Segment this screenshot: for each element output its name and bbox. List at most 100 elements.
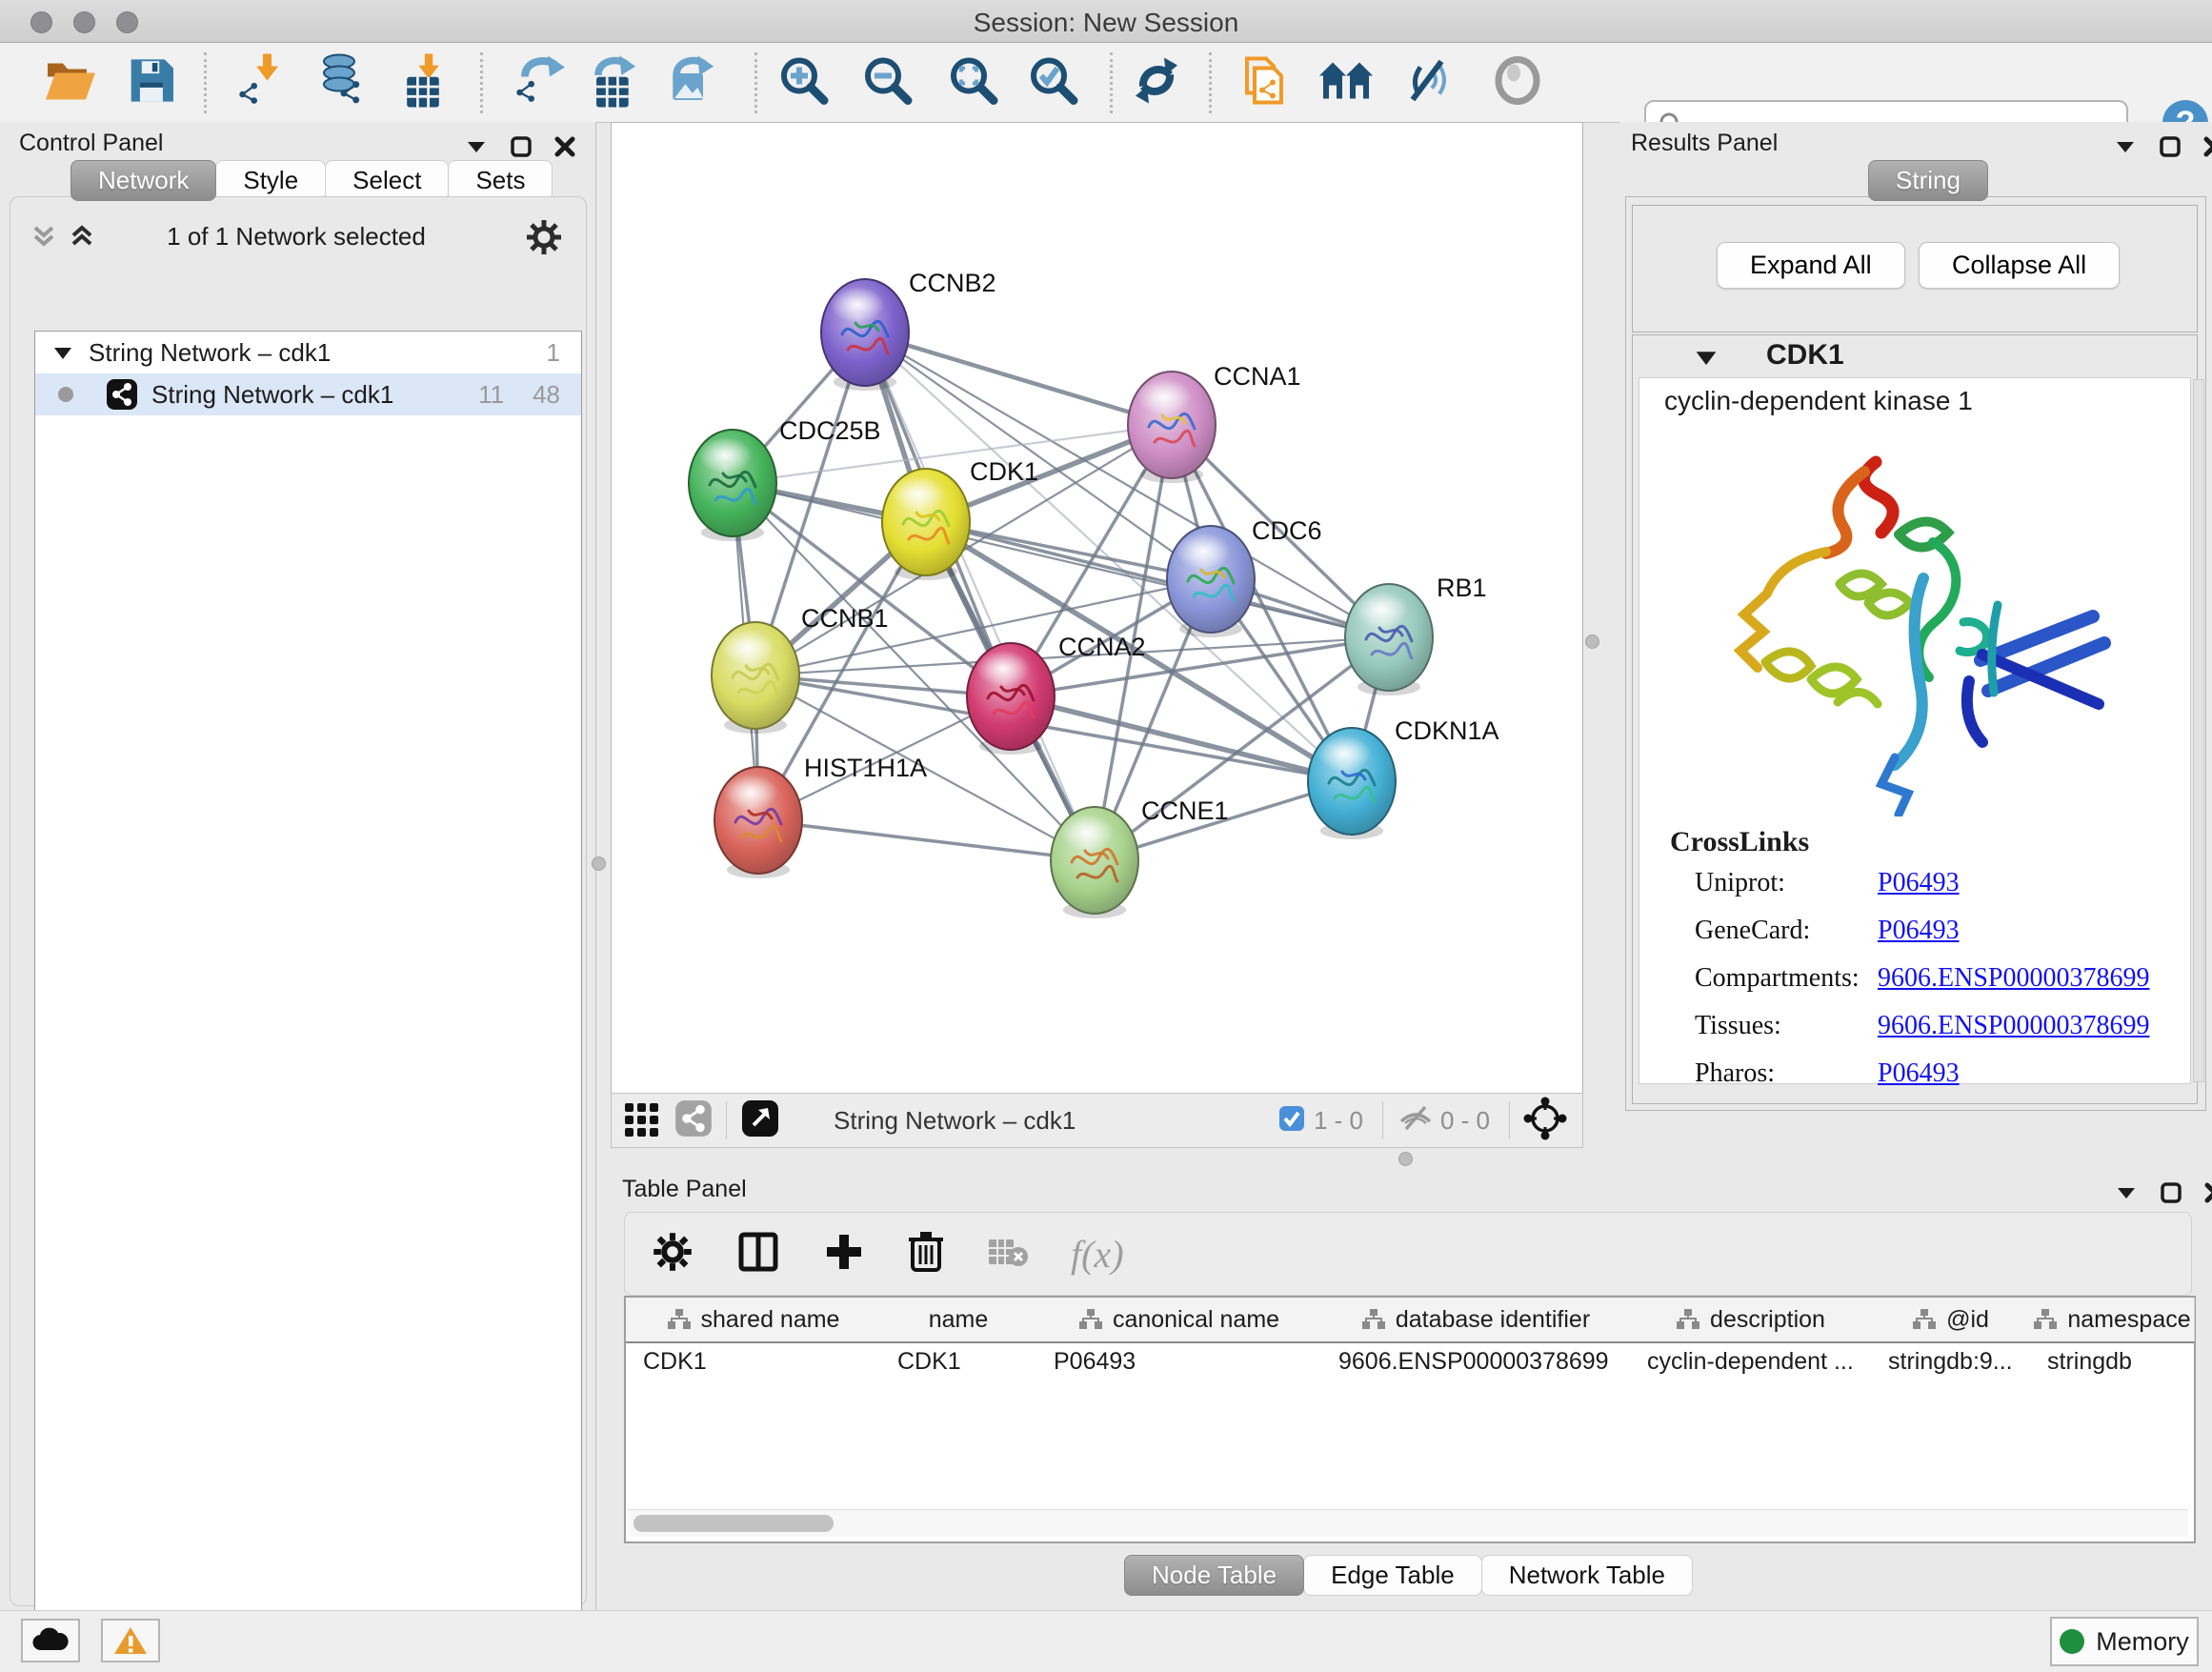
crosslink-row: GeneCard:P06493 <box>1695 916 2149 946</box>
results-panel-menu-icon[interactable] <box>2113 137 2138 156</box>
node-label-CDK1: CDK1 <box>970 457 1038 486</box>
home-button[interactable] <box>1317 56 1375 109</box>
collapse-all-button[interactable]: Collapse All <box>1919 242 2120 289</box>
tab-sets[interactable]: Sets <box>448 160 553 201</box>
table-horizontal-scrollbar[interactable] <box>628 1509 2188 1537</box>
hide-graphics-button[interactable] <box>1403 55 1457 110</box>
crosslink-link[interactable]: P06493 <box>1878 1058 1960 1089</box>
tab-edge-table[interactable]: Edge Table <box>1303 1555 1482 1596</box>
column-header-databaseidentifier[interactable]: database identifier <box>1321 1298 1631 1341</box>
table-panel-close-icon[interactable] <box>2203 1181 2212 1204</box>
column-header-id[interactable]: @id <box>1871 1298 2031 1341</box>
tab-node-table[interactable]: Node Table <box>1124 1555 1304 1596</box>
warning-status-button[interactable] <box>101 1619 160 1662</box>
column-header-sharedname[interactable]: shared name <box>626 1298 881 1341</box>
import-network-button[interactable] <box>234 53 284 111</box>
cell-namespace[interactable]: stringdb <box>2030 1341 2194 1380</box>
node-table[interactable]: shared namenamecanonical namedatabase id… <box>624 1296 2196 1543</box>
zoom-out-button[interactable] <box>862 54 914 111</box>
tab-select[interactable]: Select <box>325 160 449 201</box>
network-canvas[interactable]: CCNB2CCNA1CDC25BCDK1CDC6RB1CCNB1CCNA2CDK… <box>611 122 1583 1095</box>
network-label: String Network – cdk1 <box>151 380 478 410</box>
network-options-gear-icon[interactable] <box>525 218 563 261</box>
crosslink-link[interactable]: 9606.ENSP00000378699 <box>1878 963 2149 994</box>
table-tabs: Node TableEdge TableNetwork Table <box>1125 1555 1693 1596</box>
node-CDC25B[interactable] <box>689 430 776 541</box>
results-scrollbar[interactable] <box>2193 379 2204 1082</box>
edge-HIST1H1A-CCNE1[interactable] <box>758 820 1095 860</box>
pan-crosshair-icon[interactable] <box>1523 1097 1567 1145</box>
selected-checkbox-icon[interactable] <box>1277 1104 1306 1138</box>
right-splitter-handle[interactable] <box>1585 635 1599 649</box>
table-scrollbar-thumb[interactable] <box>633 1515 834 1532</box>
edge-CCNB2-CCNA1[interactable] <box>865 332 1172 425</box>
popout-view-icon[interactable] <box>740 1098 780 1143</box>
cell-canonicalname[interactable]: P06493 <box>1036 1341 1321 1380</box>
detail-eye-button[interactable] <box>1493 55 1542 110</box>
cell-name[interactable]: CDK1 <box>880 1341 1036 1380</box>
column-header-namespace[interactable]: namespace <box>2030 1298 2195 1341</box>
cell-sharedname[interactable]: CDK1 <box>626 1341 880 1380</box>
column-header-description[interactable]: description <box>1630 1298 1872 1341</box>
control-panel-float-icon[interactable] <box>510 135 533 158</box>
node-CCNB2[interactable] <box>821 279 909 391</box>
node-CDKN1A[interactable] <box>1308 728 1396 839</box>
crosslink-label: Pharos: <box>1695 1058 1878 1089</box>
table-panel-menu-icon[interactable] <box>2114 1183 2139 1202</box>
node-CCNB1[interactable] <box>712 622 799 734</box>
cell-description[interactable]: cyclin-dependent ... <box>1630 1341 1871 1380</box>
left-splitter-handle[interactable] <box>592 856 606 871</box>
network-collection-row[interactable]: String Network – cdk1 1 <box>35 332 581 373</box>
table-panel-title: Table Panel <box>622 1176 747 1203</box>
horizontal-splitter[interactable] <box>611 1146 2212 1170</box>
delete-column-trash-icon[interactable] <box>907 1230 945 1279</box>
copy-documents-button[interactable] <box>1241 52 1289 112</box>
apply-layout-button[interactable] <box>1132 55 1181 110</box>
tree-expand-icon[interactable] <box>50 340 75 365</box>
birdseye-grid-icon[interactable] <box>621 1098 663 1144</box>
node-CCNA1[interactable] <box>1128 372 1216 483</box>
node-HIST1H1A[interactable] <box>714 767 802 878</box>
open-session-button[interactable] <box>44 55 97 110</box>
export-image-button[interactable] <box>664 53 715 111</box>
show-columns-icon[interactable] <box>735 1229 781 1279</box>
table-panel-float-icon[interactable] <box>2160 1181 2182 1204</box>
gene-section-expand-icon[interactable] <box>1692 343 1720 372</box>
column-header-name[interactable]: name <box>880 1298 1037 1341</box>
cloud-status-button[interactable] <box>21 1619 80 1662</box>
crosslink-link[interactable]: 9606.ENSP00000378699 <box>1878 1011 2149 1041</box>
expand-all-chevron-icon[interactable] <box>66 220 98 257</box>
control-panel-close-icon[interactable] <box>553 135 576 158</box>
table-settings-gear-icon[interactable] <box>652 1231 694 1278</box>
zoom-fit-button[interactable] <box>948 54 999 111</box>
import-table-button[interactable] <box>398 53 448 111</box>
column-header-canonicalname[interactable]: canonical name <box>1036 1298 1322 1341</box>
tab-network[interactable]: Network <box>70 160 216 201</box>
network-row-selected[interactable]: String Network – cdk1 11 48 <box>35 373 581 415</box>
cell-databaseidentifier[interactable]: 9606.ENSP00000378699 <box>1321 1341 1630 1380</box>
import-database-button[interactable] <box>314 53 372 111</box>
control-panel-menu-icon[interactable] <box>464 137 489 156</box>
tab-string[interactable]: String <box>1868 160 1988 201</box>
crosslink-link[interactable]: P06493 <box>1878 868 1960 898</box>
memory-button[interactable]: Memory <box>2050 1617 2199 1666</box>
save-session-button[interactable] <box>128 55 173 110</box>
tab-network-table[interactable]: Network Table <box>1481 1555 1693 1596</box>
expand-all-button[interactable]: Expand All <box>1717 242 1905 289</box>
node-label-CDKN1A: CDKN1A <box>1395 716 1499 745</box>
crosslink-link[interactable]: P06493 <box>1878 916 1960 946</box>
cell-id[interactable]: stringdb:9... <box>1871 1341 2030 1380</box>
zoom-selected-button[interactable] <box>1028 54 1079 111</box>
add-column-plus-icon[interactable] <box>823 1231 865 1278</box>
hidden-eye-icon[interactable] <box>1397 1102 1435 1139</box>
export-network-button[interactable] <box>513 53 565 111</box>
results-panel-float-icon[interactable] <box>2159 135 2182 158</box>
results-panel-close-icon[interactable] <box>2202 135 2212 158</box>
zoom-in-button[interactable] <box>778 54 830 111</box>
node-CCNE1[interactable] <box>1051 807 1138 918</box>
export-table-button[interactable] <box>584 53 637 111</box>
collapse-all-chevron-icon[interactable] <box>28 220 60 257</box>
string-share-icon[interactable] <box>674 1099 713 1142</box>
tab-style[interactable]: Style <box>215 160 326 201</box>
node-RB1[interactable] <box>1345 584 1433 695</box>
